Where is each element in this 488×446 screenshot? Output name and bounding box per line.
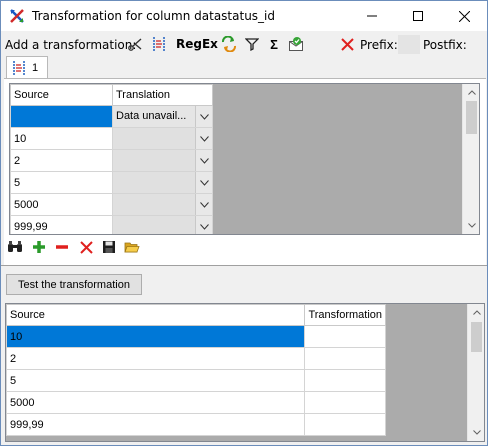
title-bar[interactable]: Transformation for column datastatus_id xyxy=(1,1,487,31)
split-icon[interactable] xyxy=(127,36,143,52)
translation-cell xyxy=(112,193,213,216)
color-replace-icon[interactable] xyxy=(221,36,237,52)
binoculars-icon[interactable] xyxy=(6,238,24,256)
table-row[interactable]: 5 xyxy=(10,171,213,194)
table-row[interactable]: 5 xyxy=(6,369,386,392)
source-cell[interactable]: 5000 xyxy=(10,193,113,216)
transformation-cell[interactable] xyxy=(304,391,386,414)
translation-cell: Data unavail... xyxy=(112,105,213,128)
maximize-button[interactable] xyxy=(395,1,441,31)
source-cell[interactable]: 5000 xyxy=(6,391,305,414)
test-transformation-button[interactable]: Test the transformation xyxy=(6,274,142,295)
source-cell[interactable]: 999,99 xyxy=(6,413,305,436)
column-header-transformation[interactable]: Transformation xyxy=(304,304,386,326)
open-folder-icon[interactable] xyxy=(123,238,141,256)
test-grid: Source Transformation 10 2 5 5000 999,99 xyxy=(5,303,485,442)
table-row[interactable]: 10 xyxy=(6,325,386,348)
transformation-cell[interactable] xyxy=(304,369,386,392)
minimize-button[interactable] xyxy=(349,1,395,31)
scroll-thumb[interactable] xyxy=(471,322,482,352)
translation-combo[interactable] xyxy=(113,172,212,193)
splitter[interactable] xyxy=(1,265,487,266)
source-cell[interactable]: 10 xyxy=(6,325,305,348)
replace-icon xyxy=(11,60,27,79)
translation-grid: Source Translation Data unavail... 10 2 … xyxy=(9,83,480,235)
table-row[interactable]: 5000 xyxy=(6,391,386,414)
source-cell[interactable]: 999,99 xyxy=(10,215,113,234)
transformation-cell[interactable] xyxy=(304,325,386,348)
replace-icon[interactable] xyxy=(151,36,167,52)
transformation-toolbar: Add a transformation: RegEx Σ Prefix: Po… xyxy=(1,32,487,56)
tab-1[interactable]: 1 xyxy=(6,56,48,79)
column-header-source[interactable]: Source xyxy=(10,84,113,106)
postfix-label: Postfix: xyxy=(423,38,467,52)
source-cell[interactable]: 5 xyxy=(6,369,305,392)
translation-cell xyxy=(112,149,213,172)
chevron-down-icon[interactable] xyxy=(195,172,212,193)
prefix-label: Prefix: xyxy=(360,38,398,52)
regex-button[interactable]: RegEx xyxy=(176,37,218,51)
add-icon[interactable] xyxy=(30,238,48,256)
table-row[interactable]: 999,99 xyxy=(6,413,386,436)
transformation-cell[interactable] xyxy=(304,347,386,370)
test-table: Source Transformation 10 2 5 5000 999,99 xyxy=(6,304,386,436)
translation-table: Source Translation Data unavail... 10 2 … xyxy=(10,84,213,234)
filter-icon[interactable] xyxy=(244,36,260,52)
calculate-icon[interactable] xyxy=(288,36,304,52)
translation-combo[interactable] xyxy=(113,150,212,171)
scroll-up-icon[interactable] xyxy=(468,304,484,321)
chevron-down-icon[interactable] xyxy=(195,216,212,234)
source-cell[interactable]: 2 xyxy=(6,347,305,370)
transformation-cell[interactable] xyxy=(304,413,386,436)
scroll-up-icon[interactable] xyxy=(463,84,479,101)
source-cell[interactable] xyxy=(10,105,113,128)
translation-cell xyxy=(112,171,213,194)
translation-combo[interactable] xyxy=(113,128,212,149)
sum-icon[interactable]: Σ xyxy=(266,36,282,52)
translation-value: Data unavail... xyxy=(116,110,187,122)
chevron-down-icon[interactable] xyxy=(195,150,212,171)
table-row[interactable]: 2 xyxy=(10,149,213,172)
scroll-down-icon[interactable] xyxy=(468,424,484,441)
scroll-thumb[interactable] xyxy=(466,101,477,134)
transformation-window: Transformation for column datastatus_id … xyxy=(0,0,488,446)
translation-grid-scrollbar[interactable] xyxy=(462,84,479,234)
test-grid-scrollbar[interactable] xyxy=(467,304,484,441)
save-icon[interactable] xyxy=(100,238,118,256)
add-transformation-label: Add a transformation: xyxy=(5,38,137,52)
source-cell[interactable]: 5 xyxy=(10,171,113,194)
table-row[interactable]: 2 xyxy=(6,347,386,370)
table-row[interactable]: Data unavail... xyxy=(10,105,213,128)
remove-icon[interactable] xyxy=(53,238,71,256)
tab-label: 1 xyxy=(32,62,39,74)
transformation-app-icon xyxy=(9,8,25,24)
delete-icon[interactable] xyxy=(77,238,95,256)
source-cell[interactable]: 2 xyxy=(10,149,113,172)
table-row[interactable]: 10 xyxy=(10,127,213,150)
chevron-down-icon[interactable] xyxy=(195,106,212,127)
table-row[interactable]: 999,99 xyxy=(10,215,213,234)
chevron-down-icon[interactable] xyxy=(195,194,212,215)
prefix-field[interactable] xyxy=(398,35,420,54)
translation-combo[interactable] xyxy=(113,216,212,234)
translation-cell xyxy=(112,215,213,234)
close-button[interactable] xyxy=(441,1,487,31)
translation-cell xyxy=(112,127,213,150)
table-row[interactable]: 5000 xyxy=(10,193,213,216)
translation-combo[interactable] xyxy=(113,194,212,215)
chevron-down-icon[interactable] xyxy=(195,128,212,149)
scroll-down-icon[interactable] xyxy=(463,217,479,234)
window-title: Transformation for column datastatus_id xyxy=(32,9,275,23)
column-header-source[interactable]: Source xyxy=(6,304,305,326)
clear-transformations-icon[interactable] xyxy=(339,36,355,52)
translation-combo[interactable]: Data unavail... xyxy=(113,106,212,127)
column-header-translation[interactable]: Translation xyxy=(112,84,213,106)
source-cell[interactable]: 10 xyxy=(10,127,113,150)
